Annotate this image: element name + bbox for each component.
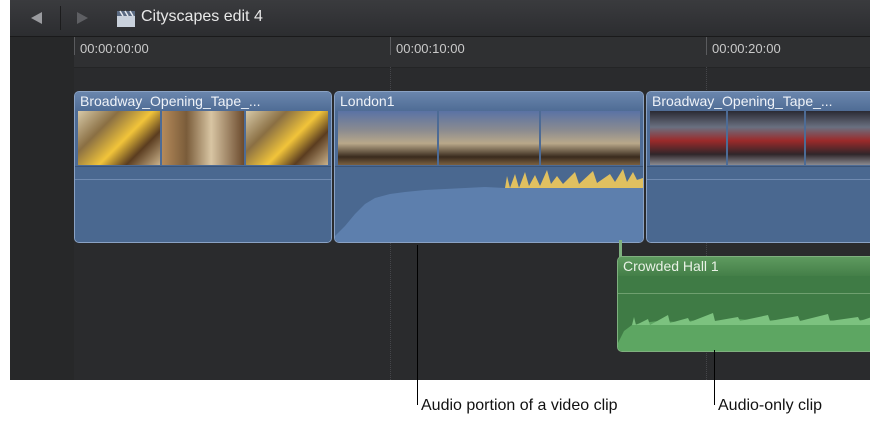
clip-thumbnail: [540, 111, 640, 165]
clip-thumbnail: [78, 111, 160, 165]
timeline-gutter: [10, 37, 74, 380]
project-title: Cityscapes edit 4: [141, 8, 263, 25]
forward-arrow-icon: [77, 12, 88, 24]
clip-thumbnail: [439, 111, 539, 165]
clip-thumbnail: [338, 111, 438, 165]
callout-audio-portion: Audio portion of a video clip: [421, 397, 618, 414]
timeline-window: Cityscapes edit 4 00:00:00:00 00:00:10:0…: [10, 0, 870, 380]
timecode-ruler[interactable]: 00:00:00:00 00:00:10:00 00:00:20:00: [10, 37, 870, 68]
forward-button[interactable]: [74, 9, 92, 27]
timecode-label: 00:00:10:00: [396, 41, 465, 56]
timeline-titlebar: Cityscapes edit 4: [10, 0, 870, 37]
clapperboard-icon: [116, 10, 136, 28]
audio-waveform: [335, 169, 643, 242]
audio-clip[interactable]: Crowded Hall 1: [617, 256, 870, 352]
clip-filmstrip: [338, 111, 640, 165]
callout-audio-only: Audio-only clip: [718, 397, 823, 414]
video-clip[interactable]: Broadway_Opening_Tape_...: [74, 91, 332, 243]
video-clip[interactable]: London1: [334, 91, 644, 243]
callout-line-audio-portion: [417, 245, 418, 405]
back-arrow-icon: [31, 12, 42, 24]
clip-name: Broadway_Opening_Tape_...: [75, 92, 331, 111]
clip-audio-lane: [335, 166, 643, 242]
back-button[interactable]: [27, 9, 45, 27]
clip-audio-lane: [75, 166, 331, 242]
clip-thumbnail: [246, 111, 328, 165]
clip-name: London1: [335, 92, 643, 111]
timecode-label: 00:00:20:00: [712, 41, 781, 56]
ruler-tick: [706, 37, 707, 55]
clip-thumbnail: [728, 111, 804, 165]
clip-filmstrip: [650, 111, 870, 165]
clip-audio-lane: [647, 166, 870, 242]
clip-thumbnail: [162, 111, 244, 165]
clip-name: Broadway_Opening_Tape_...: [647, 92, 870, 111]
video-clip[interactable]: Broadway_Opening_Tape_...: [646, 91, 870, 243]
clip-filmstrip: [78, 111, 328, 165]
timecode-label: 00:00:00:00: [80, 41, 149, 56]
nav-divider: [60, 6, 61, 30]
clip-thumbnail: [806, 111, 870, 165]
clip-name: Crowded Hall 1: [618, 257, 870, 276]
callout-line-audio-only: [714, 350, 715, 405]
clip-thumbnail: [650, 111, 726, 165]
ruler-tick: [74, 37, 75, 55]
audio-waveform: [618, 313, 870, 351]
ruler-tick: [390, 37, 391, 55]
